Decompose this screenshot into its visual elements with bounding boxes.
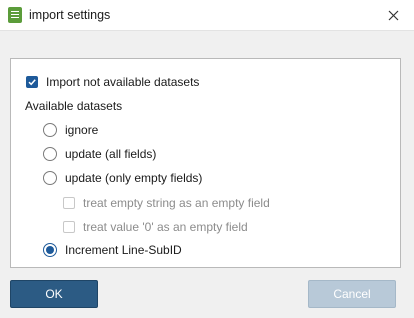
radio-ignore-label: ignore <box>65 123 99 137</box>
treat-zero-checkbox[interactable] <box>63 221 75 233</box>
available-datasets-label: Available datasets <box>25 99 123 113</box>
treat-zero-label: treat value '0' as an empty field <box>83 220 248 234</box>
window-title: import settings <box>29 8 111 22</box>
import-not-available-label: Import not available datasets <box>46 75 200 89</box>
checkmark-icon <box>28 79 36 86</box>
treat-empty-string-checkbox[interactable] <box>63 197 75 209</box>
radio-increment-line-subid-label: Increment Line-SubID <box>65 243 182 257</box>
radio-update-all-label: update (all fields) <box>65 147 157 161</box>
radio-update-all-button[interactable] <box>43 147 57 161</box>
treat-empty-string-option[interactable]: treat empty string as an empty field <box>63 196 270 210</box>
title-bar: import settings <box>0 0 414 31</box>
spreadsheet-icon <box>8 7 22 23</box>
radio-increment-line-subid[interactable]: Increment Line-SubID <box>43 243 182 257</box>
treat-empty-string-label: treat empty string as an empty field <box>83 196 270 210</box>
close-icon <box>388 10 398 20</box>
ok-button[interactable]: OK <box>10 280 98 308</box>
radio-update-all[interactable]: update (all fields) <box>43 147 156 161</box>
import-not-available-option[interactable]: Import not available datasets <box>26 75 199 89</box>
radio-update-empty[interactable]: update (only empty fields) <box>43 171 202 185</box>
close-button[interactable] <box>374 0 412 30</box>
settings-panel: Import not available datasets Available … <box>10 58 401 268</box>
import-not-available-checkbox[interactable] <box>26 76 38 88</box>
radio-ignore[interactable]: ignore <box>43 123 98 137</box>
radio-update-empty-button[interactable] <box>43 171 57 185</box>
cancel-button[interactable]: Cancel <box>308 280 396 308</box>
radio-increment-line-subid-button[interactable] <box>43 243 57 257</box>
radio-update-empty-label: update (only empty fields) <box>65 171 203 185</box>
treat-zero-option[interactable]: treat value '0' as an empty field <box>63 220 248 234</box>
radio-ignore-button[interactable] <box>43 123 57 137</box>
